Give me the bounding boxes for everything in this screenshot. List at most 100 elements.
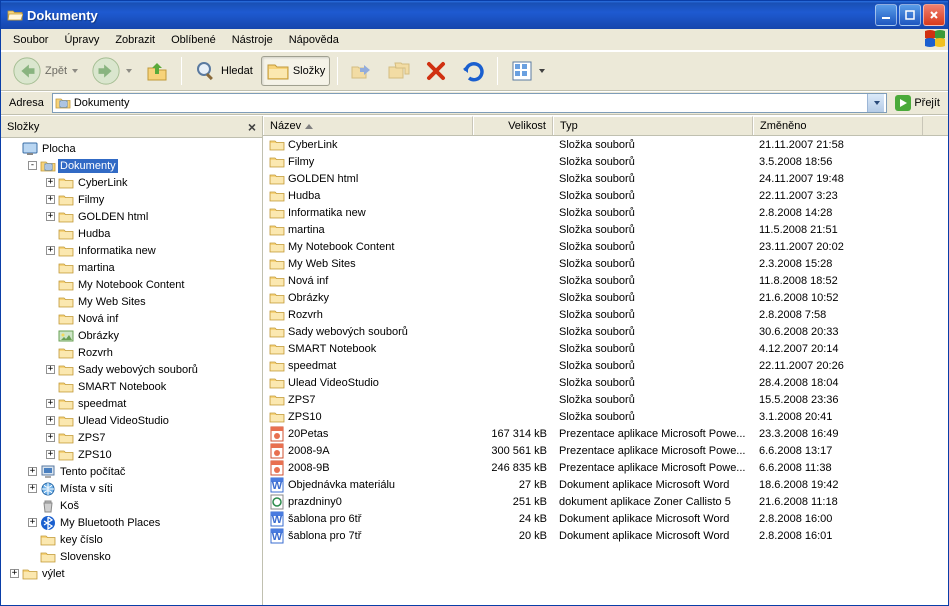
tree-node[interactable]: +ZPS7 [3, 429, 262, 446]
file-row[interactable]: Ulead VideoStudioSložka souborů28.4.2008… [263, 374, 948, 391]
tree-expander[interactable] [43, 328, 58, 343]
address-field[interactable]: Dokumenty [52, 93, 887, 113]
file-row[interactable]: SMART NotebookSložka souborů4.12.2007 20… [263, 340, 948, 357]
tree-node[interactable]: key číslo [3, 531, 262, 548]
file-row[interactable]: speedmatSložka souborů22.11.2007 20:26 [263, 357, 948, 374]
tree-node[interactable]: My Web Sites [3, 293, 262, 310]
address-dropdown[interactable] [867, 94, 884, 112]
folders-button[interactable]: Složky [261, 56, 330, 86]
folder-tree[interactable]: Plocha-Dokumenty+CyberLink+Filmy+GOLDEN … [1, 138, 262, 605]
tree-expander[interactable]: + [43, 175, 58, 190]
tree-node[interactable]: +Tento počítač [3, 463, 262, 480]
menu-item[interactable]: Nástroje [224, 32, 281, 48]
tree-expander[interactable]: + [43, 413, 58, 428]
up-button[interactable] [140, 56, 174, 86]
tree-node[interactable]: My Notebook Content [3, 276, 262, 293]
tree-node[interactable]: SMART Notebook [3, 378, 262, 395]
file-row[interactable]: HudbaSložka souborů22.11.2007 3:23 [263, 187, 948, 204]
tree-expander[interactable] [43, 226, 58, 241]
close-button[interactable] [923, 4, 945, 26]
tree-node[interactable]: +GOLDEN html [3, 208, 262, 225]
tree-expander[interactable]: + [43, 430, 58, 445]
menu-item[interactable]: Úpravy [56, 32, 107, 48]
tree-node[interactable]: +Ulead VideoStudio [3, 412, 262, 429]
file-row[interactable]: 2008-9A300 561 kBPrezentace aplikace Mic… [263, 442, 948, 459]
tree-expander[interactable] [43, 277, 58, 292]
file-row[interactable]: RozvrhSložka souborů2.8.2008 7:58 [263, 306, 948, 323]
file-row[interactable]: My Web SitesSložka souborů2.3.2008 15:28 [263, 255, 948, 272]
undo-button[interactable] [456, 56, 490, 86]
tree-expander[interactable]: + [43, 447, 58, 462]
tree-expander[interactable] [43, 345, 58, 360]
tree-expander[interactable] [25, 498, 40, 513]
tree-node[interactable]: +CyberLink [3, 174, 262, 191]
forward-button[interactable] [86, 53, 137, 89]
file-row[interactable]: prazdniny0251 kBdokument aplikace Zoner … [263, 493, 948, 510]
tree-node[interactable]: Plocha [3, 140, 262, 157]
tree-expander[interactable] [25, 532, 40, 547]
menu-item[interactable]: Nápověda [281, 32, 347, 48]
tree-node[interactable]: +Místa v síti [3, 480, 262, 497]
file-row[interactable]: 20Petas167 314 kBPrezentace aplikace Mic… [263, 425, 948, 442]
file-list[interactable]: CyberLinkSložka souborů21.11.2007 21:58F… [263, 136, 948, 605]
tree-node[interactable]: +výlet [3, 565, 262, 582]
tree-expander[interactable]: + [43, 396, 58, 411]
tree-expander[interactable]: + [7, 566, 22, 581]
move-to-button[interactable] [345, 56, 379, 86]
file-row[interactable]: Informatika newSložka souborů2.8.2008 14… [263, 204, 948, 221]
tree-node[interactable]: Hudba [3, 225, 262, 242]
menu-item[interactable]: Oblíbené [163, 32, 224, 48]
tree-node[interactable]: Slovensko [3, 548, 262, 565]
search-button[interactable]: Hledat [189, 56, 258, 86]
file-row[interactable]: Objednávka materiálu27 kBDokument aplika… [263, 476, 948, 493]
column-modified[interactable]: Změněno [753, 116, 923, 135]
file-row[interactable]: šablona pro 6tř24 kBDokument aplikace Mi… [263, 510, 948, 527]
tree-expander[interactable]: + [43, 243, 58, 258]
file-row[interactable]: GOLDEN htmlSložka souborů24.11.2007 19:4… [263, 170, 948, 187]
views-button[interactable] [505, 56, 550, 86]
tree-node[interactable]: +speedmat [3, 395, 262, 412]
column-type[interactable]: Typ [553, 116, 753, 135]
file-row[interactable]: CyberLinkSložka souborů21.11.2007 21:58 [263, 136, 948, 153]
tree-expander[interactable]: + [43, 192, 58, 207]
menu-item[interactable]: Zobrazit [107, 32, 163, 48]
tree-node[interactable]: Obrázky [3, 327, 262, 344]
tree-expander[interactable]: + [25, 464, 40, 479]
tree-node[interactable]: Rozvrh [3, 344, 262, 361]
tree-expander[interactable] [25, 549, 40, 564]
tree-node[interactable]: martina [3, 259, 262, 276]
tree-expander[interactable]: + [43, 362, 58, 377]
tree-expander[interactable] [43, 260, 58, 275]
tree-node[interactable]: +Sady webových souborů [3, 361, 262, 378]
column-size[interactable]: Velikost [473, 116, 553, 135]
menu-item[interactable]: Soubor [5, 32, 56, 48]
tree-node[interactable]: -Dokumenty [3, 157, 262, 174]
tree-expander[interactable]: - [25, 158, 40, 173]
tree-expander[interactable]: + [43, 209, 58, 224]
maximize-button[interactable] [899, 4, 921, 26]
tree-expander[interactable]: + [25, 515, 40, 530]
file-row[interactable]: ZPS10Složka souborů3.1.2008 20:41 [263, 408, 948, 425]
minimize-button[interactable] [875, 4, 897, 26]
close-tree-button[interactable]: × [248, 119, 256, 135]
file-row[interactable]: My Notebook ContentSložka souborů23.11.2… [263, 238, 948, 255]
tree-expander[interactable] [7, 141, 22, 156]
file-row[interactable]: Nová infSložka souborů11.8.2008 18:52 [263, 272, 948, 289]
file-row[interactable]: ObrázkySložka souborů21.6.2008 10:52 [263, 289, 948, 306]
delete-button[interactable] [419, 56, 453, 86]
tree-node[interactable]: +Filmy [3, 191, 262, 208]
file-row[interactable]: Sady webových souborůSložka souborů30.6.… [263, 323, 948, 340]
file-row[interactable]: FilmySložka souborů3.5.2008 18:56 [263, 153, 948, 170]
tree-expander[interactable]: + [25, 481, 40, 496]
tree-expander[interactable] [43, 311, 58, 326]
column-name[interactable]: Název [263, 116, 473, 135]
back-button[interactable]: Zpět [7, 53, 83, 89]
file-row[interactable]: martinaSložka souborů11.5.2008 21:51 [263, 221, 948, 238]
tree-node[interactable]: +ZPS10 [3, 446, 262, 463]
copy-to-button[interactable] [382, 56, 416, 86]
go-button[interactable]: Přejít [891, 94, 944, 112]
title-bar[interactable]: Dokumenty [1, 1, 948, 29]
tree-expander[interactable] [43, 294, 58, 309]
tree-node[interactable]: Koš [3, 497, 262, 514]
tree-node[interactable]: +Informatika new [3, 242, 262, 259]
